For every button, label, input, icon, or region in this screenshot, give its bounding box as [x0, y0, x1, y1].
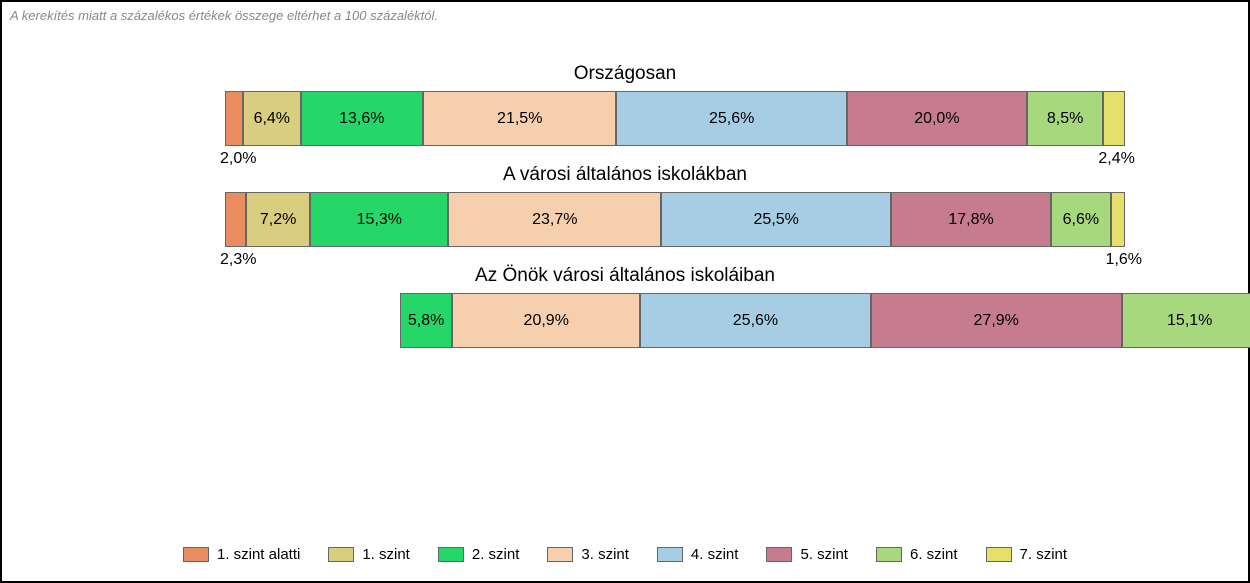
- seg-6-szint: 15,1%: [1122, 293, 1250, 348]
- stacked-bar: 5,8% 20,9% 25,6% 27,9% 15,1% 4,7%: [400, 293, 1250, 348]
- seg-6-szint: 6,6%: [1051, 192, 1110, 247]
- bar-group-onok-iskolai: Az Önök városi általános iskoláiban 5,8%…: [62, 265, 1188, 348]
- seg-label: 20,0%: [914, 110, 959, 128]
- legend-item-1-szint: 1. szint: [328, 546, 410, 563]
- legend-label: 1. szint alatti: [217, 546, 300, 563]
- seg-6-szint: 8,5%: [1027, 91, 1104, 146]
- seg-label: 6,6%: [1063, 211, 1099, 229]
- seg-label: 20,9%: [524, 312, 569, 330]
- bar-title: Országosan: [62, 63, 1188, 85]
- bars-area: Országosan 2,0% 6,4% 13,6% 21,5% 25,6% 2…: [2, 23, 1248, 376]
- seg-szint-alatti: 2,3%: [225, 192, 246, 247]
- bar-group-orszagosan: Országosan 2,0% 6,4% 13,6% 21,5% 25,6% 2…: [62, 63, 1188, 146]
- legend-item-szint-alatti: 1. szint alatti: [183, 546, 300, 563]
- rounding-note: A kerekítés miatt a százalékos értékek ö…: [2, 2, 1248, 23]
- seg-1-szint: 6,4%: [243, 91, 301, 146]
- seg-label: 25,6%: [733, 312, 778, 330]
- seg-label: 2,3%: [220, 251, 256, 269]
- seg-szint-alatti: 2,0%: [225, 91, 243, 146]
- legend-label: 4. szint: [691, 546, 739, 563]
- seg-5-szint: 20,0%: [847, 91, 1027, 146]
- seg-label: 25,6%: [709, 110, 754, 128]
- legend-item-7-szint: 7. szint: [986, 546, 1068, 563]
- swatch-icon: [657, 547, 683, 562]
- seg-label: 8,5%: [1047, 110, 1083, 128]
- seg-label: 13,6%: [339, 110, 384, 128]
- swatch-icon: [183, 547, 209, 562]
- seg-label: 17,8%: [948, 211, 993, 229]
- seg-7-szint: 1,6%: [1111, 192, 1125, 247]
- legend-label: 3. szint: [581, 546, 629, 563]
- seg-5-szint: 17,8%: [891, 192, 1051, 247]
- legend-label: 5. szint: [800, 546, 848, 563]
- seg-label: 23,7%: [532, 211, 577, 229]
- swatch-icon: [547, 547, 573, 562]
- legend-label: 2. szint: [472, 546, 520, 563]
- legend-item-4-szint: 4. szint: [657, 546, 739, 563]
- seg-4-szint: 25,6%: [640, 293, 870, 348]
- seg-label: 7,2%: [260, 211, 296, 229]
- legend-item-5-szint: 5. szint: [766, 546, 848, 563]
- seg-1-szint: 7,2%: [246, 192, 311, 247]
- legend-label: 7. szint: [1020, 546, 1068, 563]
- swatch-icon: [986, 547, 1012, 562]
- seg-2-szint: 5,8%: [400, 293, 452, 348]
- legend-item-2-szint: 2. szint: [438, 546, 520, 563]
- seg-label: 5,8%: [408, 312, 444, 330]
- seg-2-szint: 13,6%: [301, 91, 423, 146]
- seg-label: 2,0%: [220, 150, 256, 168]
- seg-label: 21,5%: [497, 110, 542, 128]
- swatch-icon: [876, 547, 902, 562]
- swatch-icon: [438, 547, 464, 562]
- seg-4-szint: 25,5%: [661, 192, 891, 247]
- stacked-bar: 2,3% 7,2% 15,3% 23,7% 25,5% 17,8% 6,6% 1…: [225, 192, 1125, 247]
- stacked-bar: 2,0% 6,4% 13,6% 21,5% 25,6% 20,0% 8,5% 2…: [225, 91, 1125, 146]
- swatch-icon: [766, 547, 792, 562]
- seg-3-szint: 23,7%: [448, 192, 661, 247]
- seg-4-szint: 25,6%: [616, 91, 846, 146]
- seg-label: 15,1%: [1167, 312, 1212, 330]
- legend-label: 1. szint: [362, 546, 410, 563]
- seg-label: 6,4%: [254, 110, 290, 128]
- seg-3-szint: 21,5%: [423, 91, 617, 146]
- bar-group-varosi-iskolak: A városi általános iskolákban 2,3% 7,2% …: [62, 164, 1188, 247]
- legend: 1. szint alatti 1. szint 2. szint 3. szi…: [2, 532, 1248, 563]
- seg-label: 27,9%: [974, 312, 1019, 330]
- seg-label: 1,6%: [1106, 251, 1142, 269]
- seg-label: 15,3%: [357, 211, 402, 229]
- seg-7-szint: 2,4%: [1103, 91, 1125, 146]
- seg-label: 2,4%: [1098, 150, 1134, 168]
- seg-3-szint: 20,9%: [452, 293, 640, 348]
- legend-label: 6. szint: [910, 546, 958, 563]
- swatch-icon: [328, 547, 354, 562]
- chart-container: A kerekítés miatt a százalékos értékek ö…: [0, 0, 1250, 583]
- seg-5-szint: 27,9%: [871, 293, 1122, 348]
- seg-label: 25,5%: [754, 211, 799, 229]
- legend-item-6-szint: 6. szint: [876, 546, 958, 563]
- legend-item-3-szint: 3. szint: [547, 546, 629, 563]
- seg-2-szint: 15,3%: [310, 192, 448, 247]
